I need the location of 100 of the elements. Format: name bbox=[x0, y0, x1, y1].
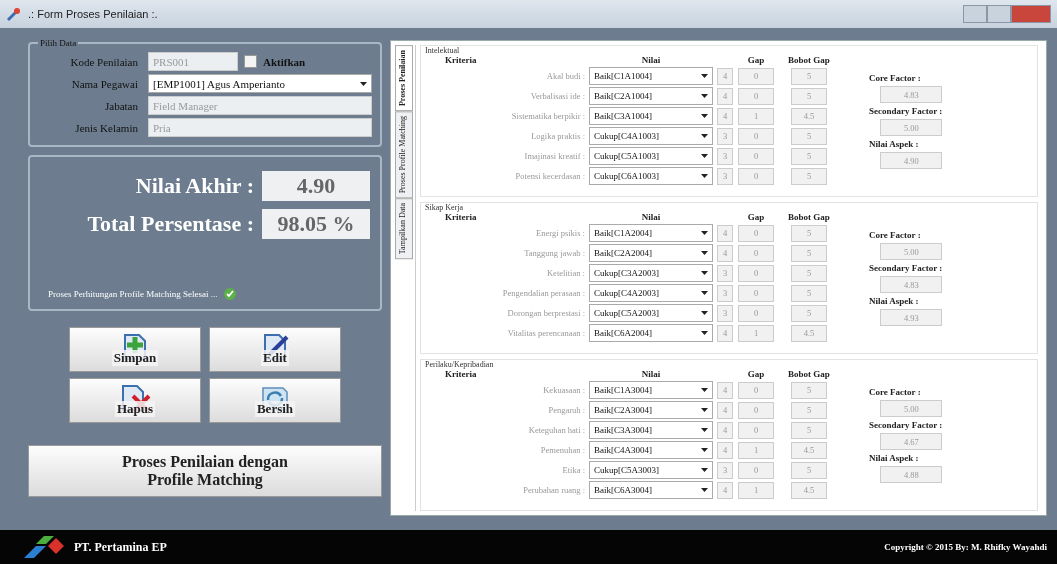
nilai-aspek-field: 4.90 bbox=[880, 152, 943, 169]
bobot-gap-field: 4.5 bbox=[791, 481, 827, 499]
vertical-tab[interactable]: Tampilkan Data bbox=[395, 198, 413, 260]
gap-field: 0 bbox=[738, 264, 774, 282]
gap-field: 0 bbox=[738, 421, 774, 439]
dropdown-arrow-icon bbox=[701, 114, 708, 118]
column-header: Gap bbox=[746, 212, 766, 222]
nilai-dropdown[interactable]: Baik[C2A3004] bbox=[589, 401, 713, 419]
gap-field: 1 bbox=[738, 107, 774, 125]
delete-button[interactable]: Hapus bbox=[69, 378, 201, 423]
criteria-label: Ketelitian : bbox=[546, 268, 585, 278]
dropdown-arrow-icon bbox=[701, 331, 708, 335]
minimize-button[interactable] bbox=[963, 5, 987, 23]
dropdown-arrow-icon bbox=[701, 174, 708, 178]
criteria-label: Potensi kecerdasan : bbox=[514, 171, 585, 181]
nilai-dropdown[interactable]: Cukup[C3A2003] bbox=[589, 264, 713, 282]
vertical-tab[interactable]: Proses Profile Matching bbox=[395, 111, 413, 199]
nilai-aspek-label: Nilai Aspek : bbox=[869, 139, 920, 149]
bobot-gap-field: 5 bbox=[791, 461, 827, 479]
criteria-label: Pengaruh : bbox=[547, 405, 585, 415]
nilai-akhir-value: 4.90 bbox=[262, 171, 370, 201]
secondary-factor-field: 5.00 bbox=[880, 119, 943, 136]
window-title: .: Form Proses Penilaian :. bbox=[28, 8, 158, 20]
nilai-aspek-field: 4.88 bbox=[880, 466, 943, 483]
field-label: Nama Pegawai bbox=[70, 77, 138, 90]
column-header: Bobot Gap bbox=[787, 212, 831, 222]
nilai-dropdown[interactable]: Baik[C4A3004] bbox=[589, 441, 713, 459]
bobot-gap-field: 4.5 bbox=[791, 441, 827, 459]
nilai-dropdown[interactable]: Baik[C3A3004] bbox=[589, 421, 713, 439]
column-header: Nilai bbox=[640, 369, 662, 379]
proses-penilaian-button[interactable]: Proses Penilaian dengan Profile Matching bbox=[28, 445, 382, 497]
criteria-label: Verbalisasi ide : bbox=[529, 91, 585, 101]
dropdown-arrow-icon bbox=[701, 408, 708, 412]
edit-button[interactable]: Edit bbox=[209, 327, 341, 372]
aktifkan-checkbox[interactable] bbox=[244, 55, 257, 68]
bobot-gap-field: 5 bbox=[791, 87, 827, 105]
nilai-dropdown[interactable]: Baik[C2A1004] bbox=[589, 87, 713, 105]
bobot-gap-field: 5 bbox=[791, 147, 827, 165]
gap-field: 1 bbox=[738, 324, 774, 342]
nilai-dropdown[interactable]: Baik[C2A2004] bbox=[589, 244, 713, 262]
bobot-gap-field: 5 bbox=[791, 421, 827, 439]
secondary-factor-field: 4.67 bbox=[880, 433, 943, 450]
nilai-score-field: 3 bbox=[717, 147, 733, 165]
nilai-dropdown[interactable]: Baik[C6A3004] bbox=[589, 481, 713, 499]
nilai-dropdown[interactable]: Cukup[C5A3003] bbox=[589, 461, 713, 479]
dropdown-arrow-icon bbox=[701, 94, 708, 98]
column-header: Kriteria bbox=[444, 212, 478, 222]
nilai-dropdown[interactable]: Cukup[C6A1003] bbox=[589, 167, 713, 185]
section-title: Sikap Kerja bbox=[425, 203, 464, 212]
nilai-dropdown[interactable]: Baik[C6A2004] bbox=[589, 324, 713, 342]
gap-field: 0 bbox=[738, 381, 774, 399]
criteria-label: Akal budi : bbox=[545, 71, 585, 81]
nilai-dropdown[interactable]: Baik[C1A3004] bbox=[589, 381, 713, 399]
nilai-score-field: 3 bbox=[717, 304, 733, 322]
secondary-factor-label: Secondary Factor : bbox=[869, 106, 943, 116]
bobot-gap-field: 5 bbox=[791, 67, 827, 85]
criteria-label: Vitalitas perencanaan : bbox=[506, 328, 585, 338]
column-header: Kriteria bbox=[444, 55, 478, 65]
gap-field: 0 bbox=[738, 147, 774, 165]
secondary-factor-label: Secondary Factor : bbox=[869, 263, 943, 273]
column-header: Gap bbox=[746, 369, 766, 379]
nilai-dropdown[interactable]: Baik[C3A1004] bbox=[589, 107, 713, 125]
gap-field: 0 bbox=[738, 167, 774, 185]
close-button[interactable] bbox=[1011, 5, 1051, 23]
nilai-dropdown[interactable]: Cukup[C4A1003] bbox=[589, 127, 713, 145]
nilai-akhir-label: Nilai Akhir : bbox=[135, 173, 254, 199]
checkbox-label: Aktifkan bbox=[263, 55, 306, 68]
company-logo-icon bbox=[22, 534, 66, 560]
nama-pegawai-dropdown[interactable]: [EMP1001] Agus Amperianto bbox=[148, 74, 372, 93]
clear-button[interactable]: Bersih bbox=[209, 378, 341, 423]
column-header: Gap bbox=[746, 55, 766, 65]
nilai-score-field: 4 bbox=[717, 481, 733, 499]
copyright-text: Copyright © 2015 By: M. Rhifky Wayahdi bbox=[884, 542, 1047, 552]
nilai-score-field: 4 bbox=[717, 401, 733, 419]
vertical-tab[interactable]: Proses Penilaian bbox=[395, 45, 413, 112]
gap-field: 0 bbox=[738, 127, 774, 145]
nilai-dropdown[interactable]: Cukup[C5A2003] bbox=[589, 304, 713, 322]
maximize-button[interactable] bbox=[987, 5, 1011, 23]
nilai-score-field: 3 bbox=[717, 167, 733, 185]
total-persentase-label: Total Persentase : bbox=[87, 211, 254, 237]
criteria-label: Kekuasaan : bbox=[542, 385, 585, 395]
dropdown-arrow-icon bbox=[701, 428, 708, 432]
gap-field: 0 bbox=[738, 67, 774, 85]
nilai-dropdown[interactable]: Baik[C1A2004] bbox=[589, 224, 713, 242]
bobot-gap-field: 5 bbox=[791, 264, 827, 282]
bobot-gap-field: 5 bbox=[791, 401, 827, 419]
gap-field: 0 bbox=[738, 284, 774, 302]
field-label: Jabatan bbox=[104, 99, 138, 112]
gap-field: 0 bbox=[738, 461, 774, 479]
nilai-dropdown[interactable]: Cukup[C5A1003] bbox=[589, 147, 713, 165]
gap-field: 0 bbox=[738, 244, 774, 262]
nilai-dropdown[interactable]: Baik[C1A1004] bbox=[589, 67, 713, 85]
bobot-gap-field: 5 bbox=[791, 244, 827, 262]
core-factor-label: Core Factor : bbox=[869, 387, 922, 397]
field-label: Jenis Kelamin bbox=[74, 121, 138, 134]
nilai-dropdown[interactable]: Cukup[C4A2003] bbox=[589, 284, 713, 302]
criteria-label: Pemenuhan : bbox=[539, 445, 585, 455]
save-button[interactable]: Simpan bbox=[69, 327, 201, 372]
dropdown-arrow-icon bbox=[701, 231, 708, 235]
bobot-gap-field: 5 bbox=[791, 224, 827, 242]
